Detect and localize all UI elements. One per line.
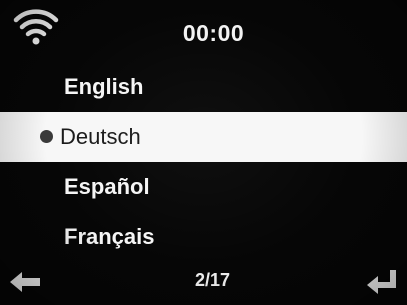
page-indicator: 2/17 [194,270,231,290]
language-list: English Deutsch Español Français [0,62,407,262]
language-item-espanol[interactable]: Español [0,162,407,212]
language-item-label: Français [64,224,155,249]
language-item-francais[interactable]: Français [0,212,407,262]
bottom-bar: 2/17 [0,262,407,302]
clock: 00:00 [182,20,245,46]
language-menu-screen: 00:00 English Deutsch Español Français 2… [0,0,407,305]
language-item-deutsch[interactable]: Deutsch [0,112,407,162]
status-bar: 00:00 [0,0,407,60]
language-item-label: Deutsch [60,124,141,149]
selected-bullet-icon [40,129,53,143]
language-item-english[interactable]: English [0,62,407,112]
language-item-label: English [64,74,144,99]
language-item-label: Español [64,174,150,199]
enter-icon[interactable] [366,268,398,296]
